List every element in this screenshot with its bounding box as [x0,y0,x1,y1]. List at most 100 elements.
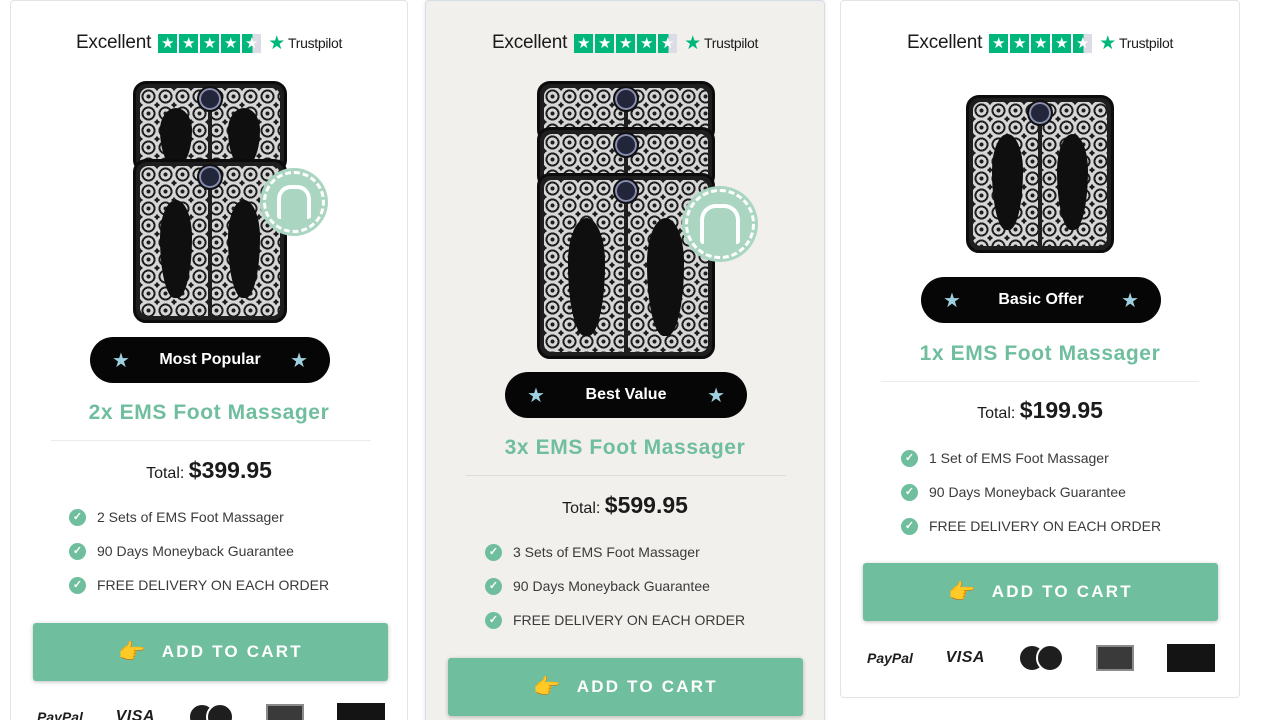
feature-item: ✓ FREE DELIVERY ON EACH ORDER [901,509,1161,543]
trustpilot-star-icon: ★ [1031,33,1051,53]
seal-badge-icon [685,189,755,259]
check-icon: ✓ [69,542,86,560]
mastercard-icon [187,703,234,720]
divider [51,440,371,441]
trustpilot-logo: ★ Trustpilot [1099,34,1173,53]
feature-text: 1 Set of EMS Foot Massager [929,450,1109,466]
discover-icon [1166,644,1215,672]
trustpilot-rating: Excellent ★ ★ ★ ★ ★ ★ Trustpilot [426,32,824,54]
feature-text: 90 Days Moneyback Guarantee [929,484,1126,500]
check-icon: ✓ [485,577,502,595]
check-icon: ✓ [69,508,86,526]
trustpilot-star-icon: ★ [684,32,701,54]
feature-item: ✓ 90 Days Moneyback Guarantee [901,475,1161,509]
star-icon: ★ [527,384,545,407]
badge-best-value: ★ Best Value ★ [505,372,747,418]
badge-most-popular: ★ Most Popular ★ [90,337,330,383]
feature-item: ✓ 1 Set of EMS Foot Massager [901,441,1161,475]
trustpilot-star-icon: ★ [200,33,220,53]
trustpilot-star-icon: ★ [1099,32,1116,54]
trustpilot-star-icon: ★ [158,33,178,53]
product-title: 1x EMS Foot Massager [919,342,1161,365]
price: $199.95 [1019,397,1103,423]
product-title: 3x EMS Foot Massager [504,436,746,459]
add-to-cart-button[interactable]: 👉 ADD TO CART [863,563,1218,621]
controller-icon [1027,100,1053,126]
check-icon: ✓ [901,517,918,535]
badge-label: Basic Offer [998,291,1084,308]
check-icon: ✓ [485,543,502,561]
trustpilot-stars: ★ ★ ★ ★ ★ [158,33,262,53]
add-to-cart-button[interactable]: 👉 ADD TO CART [33,623,388,681]
check-icon: ✓ [901,449,918,467]
pointing-hand-icon: 👉 [948,579,978,604]
foot-mat [133,159,287,323]
trustpilot-logo: ★ Trustpilot [268,34,342,53]
amex-icon [266,704,305,720]
trustpilot-brand: Trustpilot [703,35,759,51]
trustpilot-star-icon: ★ [989,33,1009,53]
trustpilot-logo: ★ Trustpilot [684,34,758,53]
divider [881,381,1199,382]
trustpilot-star-icon: ★ [221,33,241,53]
total-label: Total: [146,465,185,482]
visa-logo: VISA [945,649,985,666]
total-label: Total: [977,405,1016,422]
trustpilot-star-icon: ★ [595,33,615,53]
pricing-section: Excellent ★ ★ ★ ★ ★ ★ Trustpilot ★ Most … [0,0,1280,720]
feature-text: FREE DELIVERY ON EACH ORDER [513,612,746,628]
feature-text: FREE DELIVERY ON EACH ORDER [97,577,330,593]
badge-label: Best Value [585,386,667,403]
star-icon: ★ [1121,289,1139,312]
trustpilot-star-icon: ★ [616,33,636,53]
badge-basic-offer: ★ Basic Offer ★ [921,277,1161,323]
feature-item: ✓ 2 Sets of EMS Foot Massager [69,500,329,534]
trustpilot-star-half-icon: ★ [658,33,678,53]
paypal-logo: PayPal [37,709,83,720]
star-icon: ★ [943,289,961,312]
payment-methods: PayPal VISA [37,703,385,720]
add-to-cart-button[interactable]: 👉 ADD TO CART [448,658,803,716]
trustpilot-rating-label: Excellent [906,32,983,53]
trustpilot-rating-label: Excellent [75,32,152,53]
add-to-cart-label: ADD TO CART [161,642,303,661]
feature-text: 90 Days Moneyback Guarantee [97,543,294,559]
check-icon: ✓ [69,576,86,594]
pointing-hand-icon: 👉 [118,639,148,664]
trustpilot-stars: ★ ★ ★ ★ ★ [989,33,1093,53]
pointing-hand-icon: 👉 [533,674,563,699]
product-card-2x: Excellent ★ ★ ★ ★ ★ ★ Trustpilot ★ Most … [10,0,408,720]
feature-list: ✓ 2 Sets of EMS Foot Massager ✓ 90 Days … [69,500,329,602]
star-icon: ★ [290,349,308,372]
star-icon: ★ [112,349,130,372]
payment-methods: PayPal VISA [867,644,1215,672]
trustpilot-stars: ★ ★ ★ ★ ★ [574,33,678,53]
controller-icon [613,132,639,158]
product-title: 2x EMS Foot Massager [88,401,330,424]
trustpilot-brand: Trustpilot [287,35,343,51]
feature-text: 2 Sets of EMS Foot Massager [97,509,284,525]
feature-text: 90 Days Moneyback Guarantee [513,578,710,594]
trustpilot-brand: Trustpilot [1118,35,1174,51]
price: $599.95 [604,492,688,518]
trustpilot-star-icon: ★ [1052,33,1072,53]
feature-item: ✓ 90 Days Moneyback Guarantee [69,534,329,568]
feature-list: ✓ 1 Set of EMS Foot Massager ✓ 90 Days M… [901,441,1161,543]
divider [466,475,786,476]
controller-icon [613,178,639,204]
product-card-1x: Excellent ★ ★ ★ ★ ★ ★ Trustpilot ★ Basic… [840,0,1240,698]
mastercard-icon [1017,644,1064,672]
feature-item: ✓ 90 Days Moneyback Guarantee [485,569,745,603]
foot-mat [537,173,715,359]
feature-item: ✓ FREE DELIVERY ON EACH ORDER [485,603,745,637]
trustpilot-rating: Excellent ★ ★ ★ ★ ★ ★ Trustpilot [841,32,1239,54]
trustpilot-star-half-icon: ★ [242,33,262,53]
check-icon: ✓ [485,611,502,629]
total-label: Total: [562,500,601,517]
foot-mat [966,95,1114,253]
feature-text: 3 Sets of EMS Foot Massager [513,544,700,560]
trustpilot-star-icon: ★ [268,32,285,54]
check-icon: ✓ [901,483,918,501]
product-card-3x: Excellent ★ ★ ★ ★ ★ ★ Trustpilot ★ Best … [425,0,825,720]
trustpilot-star-icon: ★ [1010,33,1030,53]
